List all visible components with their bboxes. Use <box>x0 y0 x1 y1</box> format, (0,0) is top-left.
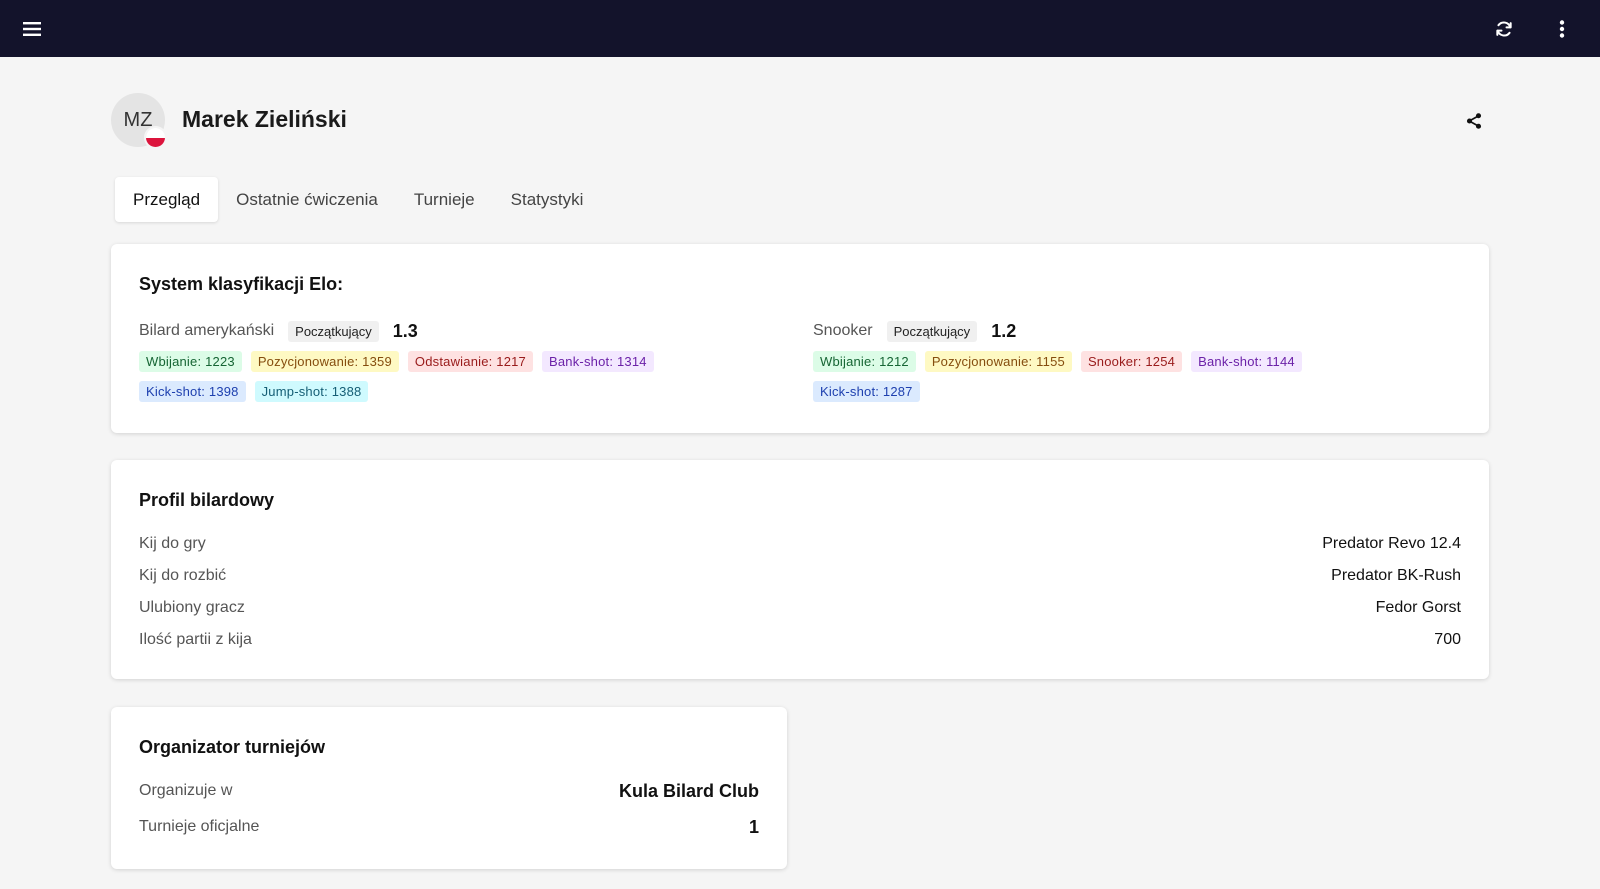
billiard-profile-title: Profil bilardowy <box>139 490 275 510</box>
row-value: Fedor Gorst <box>1375 599 1461 616</box>
share-icon[interactable] <box>1459 106 1489 136</box>
skill-chip: Jump-shot: 1388 <box>254 381 369 402</box>
skill-chips: Wbijanie: 1223 Pozycjonowanie: 1359 Odst… <box>139 351 739 411</box>
elo-discipline-pool: Bilard amerykański Początkujący 1.3 Wbij… <box>139 318 739 411</box>
skill-chip: Pozycjonowanie: 1155 <box>924 351 1072 372</box>
level-badge: Początkujący <box>886 320 978 342</box>
tab-przeglad[interactable]: Przegląd <box>115 177 219 222</box>
level-badge: Początkujący <box>288 320 379 342</box>
skill-chips: Wbijanie: 1212 Pozycjonowanie: 1155 Snoo… <box>813 351 1413 411</box>
elo-card-title: System klasyfikacji Elo: <box>139 274 344 294</box>
discipline-name: Snooker <box>813 322 873 339</box>
profile-row-games-count: Ilość partii z kija 700 <box>139 628 1461 652</box>
skill-chip: Bank-shot: 1314 <box>542 351 654 372</box>
billiard-profile-card: Profil bilardowy Kij do gry Predator Rev… <box>111 460 1489 679</box>
profile-row-cue: Kij do gry Predator Revo 12.4 <box>139 532 1461 556</box>
poland-flag-icon <box>144 126 167 149</box>
elo-score: 1.3 <box>392 320 418 341</box>
skill-chip: Wbijanie: 1223 <box>139 351 242 372</box>
skill-chip: Kick-shot: 1287 <box>813 381 920 402</box>
skill-chip: Odstawianie: 1217 <box>407 351 533 372</box>
organizer-row-club: Organizuje w Kula Bilard Club <box>139 779 759 803</box>
tab-statystyki[interactable]: Statystyki <box>493 177 602 222</box>
organizer-title: Organizator turniejów <box>139 737 326 757</box>
skill-chip: Wbijanie: 1212 <box>813 351 916 372</box>
row-value: Predator Revo 12.4 <box>1322 535 1461 552</box>
discipline-name: Bilard amerykański <box>139 322 275 339</box>
player-name: Marek Zieliński <box>182 106 347 132</box>
organizer-row-official-tournaments: Turnieje oficjalne 1 <box>139 815 759 839</box>
tab-turnieje[interactable]: Turnieje <box>396 177 493 222</box>
tournament-organizer-card: Organizator turniejów Organizuje w Kula … <box>111 707 787 869</box>
elo-score: 1.2 <box>991 320 1017 341</box>
row-label: Kij do gry <box>139 535 206 552</box>
elo-discipline-snooker: Snooker Początkujący 1.2 Wbijanie: 1212 … <box>813 318 1413 411</box>
profile-tabs: Przegląd Ostatnie ćwiczenia Turnieje Sta… <box>115 177 601 222</box>
row-label: Kij do rozbić <box>139 567 227 584</box>
row-label: Ilość partii z kija <box>139 631 252 648</box>
skill-chip: Snooker: 1254 <box>1080 351 1183 372</box>
skill-chip: Pozycjonowanie: 1359 <box>250 351 399 372</box>
row-value: 700 <box>1434 631 1461 648</box>
profile-row-favorite-player: Ulubiony gracz Fedor Gorst <box>139 596 1461 620</box>
top-app-bar <box>0 0 1600 57</box>
tab-ostatnie-cwiczenia[interactable]: Ostatnie ćwiczenia <box>218 177 396 222</box>
elo-rating-card: System klasyfikacji Elo: Bilard amerykań… <box>111 244 1489 433</box>
row-value: 1 <box>748 816 759 837</box>
more-vertical-icon[interactable] <box>1547 14 1577 44</box>
profile-header: MZ Marek Zieliński <box>111 93 1489 149</box>
hamburger-menu-icon[interactable] <box>17 14 47 44</box>
row-value: Predator BK-Rush <box>1331 567 1461 584</box>
row-label: Turnieje oficjalne <box>139 818 260 835</box>
row-value: Kula Bilard Club <box>618 780 759 801</box>
skill-chip: Bank-shot: 1144 <box>1191 351 1302 372</box>
refresh-icon[interactable] <box>1489 14 1519 44</box>
skill-chip: Kick-shot: 1398 <box>139 381 246 402</box>
row-label: Organizuje w <box>139 782 233 799</box>
row-label: Ulubiony gracz <box>139 599 245 616</box>
profile-row-break-cue: Kij do rozbić Predator BK-Rush <box>139 564 1461 588</box>
